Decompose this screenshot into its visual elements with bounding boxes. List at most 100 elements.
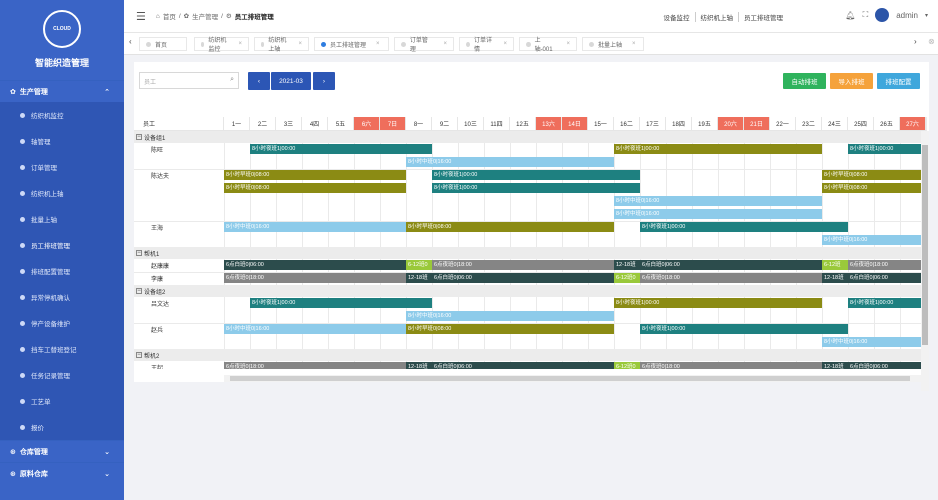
shift-bar[interactable]: 6点白班0|06:00 [432, 362, 614, 369]
import-schedule-button[interactable]: 导入排班 [830, 73, 873, 89]
close-icon[interactable]: × [376, 41, 380, 47]
shift-bar[interactable]: 6-12班 [822, 260, 848, 270]
next-month-button[interactable]: › [313, 72, 335, 90]
close-icon[interactable]: × [298, 41, 302, 47]
shift-bar[interactable]: 6点夜班0|18:00 [640, 362, 822, 369]
tab[interactable]: 首页 [139, 37, 187, 51]
search-input[interactable]: 员工 ⌕ [139, 72, 239, 89]
sidebar-item[interactable]: 订单管理 [0, 154, 124, 180]
tab[interactable]: 上轴-001 × [519, 37, 577, 53]
sidebar-item[interactable]: 轴管理 [0, 128, 124, 154]
shift-bar[interactable]: 8小时夜班1|00:00 [640, 324, 848, 334]
shift-bar[interactable]: 12-18班 [406, 362, 432, 369]
shift-bar[interactable]: 6点白班0|06:00 [848, 273, 926, 283]
shift-bar[interactable]: 8小时早班0|08:00 [406, 324, 614, 334]
close-all-icon[interactable]: ⊗ [928, 37, 935, 46]
shift-bar[interactable]: 8小时中班0|16:00 [822, 235, 926, 245]
shift-bar[interactable]: 8小时早班0|08:00 [822, 170, 926, 180]
shift-bar[interactable]: 8小时夜班1|00:00 [640, 222, 848, 232]
sidebar-item[interactable]: 工艺单 [0, 388, 124, 414]
shift-bar[interactable]: 8小时早班0|08:00 [406, 222, 614, 232]
shift-bar[interactable]: 8小时夜班1|00:00 [250, 144, 432, 154]
collapse-icon[interactable]: − [136, 250, 142, 256]
chevron-down-icon[interactable]: ▾ [925, 12, 928, 19]
sidebar-item[interactable]: 排班配置管理 [0, 258, 124, 284]
sidebar-item[interactable]: 停产设备维护 [0, 310, 124, 336]
close-icon[interactable]: × [443, 41, 447, 47]
tab[interactable]: 纺织机上轴 × [254, 37, 309, 53]
shift-bar[interactable]: 8小时夜班1|00:00 [848, 298, 926, 308]
close-icon[interactable]: × [503, 41, 507, 47]
group-label[interactable]: − 设备组1 [134, 131, 224, 143]
shift-bar[interactable]: 6点夜班0|18:00 [640, 273, 822, 283]
nav-section-2[interactable]: ⊛ 原料仓库 ⌄ [0, 462, 124, 484]
shift-bar[interactable]: 8小时夜班1|00:00 [848, 144, 926, 154]
shift-bar[interactable]: 8小时夜班1|00:00 [432, 183, 640, 193]
shift-bar[interactable]: 8小时夜班1|00:00 [614, 144, 822, 154]
shift-bar[interactable]: 6点白班0|06:00 [848, 362, 926, 369]
sidebar-item[interactable]: 员工排班管理 [0, 232, 124, 258]
shift-bar[interactable]: 8小时夜班1|00:00 [432, 170, 640, 180]
shift-bar[interactable]: 6点白班0|06:00 [432, 273, 614, 283]
shift-bar[interactable]: 6点夜班0|18:00 [224, 362, 406, 369]
collapse-icon[interactable]: − [136, 352, 142, 358]
vertical-scrollbar-thumb[interactable] [922, 145, 928, 345]
close-icon[interactable]: × [238, 41, 242, 47]
shift-bar[interactable]: 6-12班0 [614, 273, 640, 283]
quick-link-monitor[interactable]: 设备监控 [659, 12, 696, 22]
shift-bar[interactable]: 6点夜班0|18:00 [848, 260, 926, 270]
shift-bar[interactable]: 6点白班0|06:00 [640, 260, 822, 270]
avatar[interactable] [875, 8, 890, 22]
shift-bar[interactable]: 6点白班0|06:00 [224, 260, 406, 270]
tab[interactable]: 纺织机监控 × [194, 37, 249, 53]
tab[interactable]: 批量上轴 × [582, 37, 644, 51]
prev-month-button[interactable]: ‹ [248, 72, 270, 90]
shift-bar[interactable]: 8小时早班0|08:00 [224, 170, 406, 180]
sidebar-item[interactable]: 纺织机上轴 [0, 180, 124, 206]
search-icon[interactable]: ⌕ [230, 76, 234, 84]
tab[interactable]: 员工排班管理 × [314, 37, 389, 51]
group-label[interactable]: − 设备组2 [134, 285, 224, 297]
shift-bar[interactable]: 6-12班0 [406, 260, 432, 270]
schedule-config-button[interactable]: 排班配置 [877, 73, 920, 89]
group-label[interactable]: − 帮机1 [134, 247, 224, 259]
breadcrumb-section[interactable]: 生产管理 [192, 11, 218, 21]
shift-bar[interactable]: 6点夜班0|18:00 [224, 273, 406, 283]
menu-toggle-icon[interactable]: ☰ [136, 10, 146, 23]
sidebar-item[interactable]: 批量上轴 [0, 206, 124, 232]
collapse-icon[interactable]: − [136, 288, 142, 294]
shift-bar[interactable]: 8小时中班0|16:00 [822, 337, 926, 347]
auto-schedule-button[interactable]: 自动排班 [783, 73, 826, 89]
sidebar-item[interactable]: 报价 [0, 414, 124, 440]
nav-section-1[interactable]: ⊛ 仓库管理 ⌄ [0, 440, 124, 462]
vertical-scrollbar[interactable] [921, 131, 929, 391]
month-display[interactable]: 2021-03 [271, 72, 311, 90]
sidebar-item[interactable]: 任务记录管理 [0, 362, 124, 388]
shift-bar[interactable]: 8小时早班0|08:00 [224, 183, 406, 193]
shift-bar[interactable]: 8小时中班0|16:00 [224, 324, 406, 334]
group-label[interactable]: − 帮机2 [134, 349, 224, 361]
shift-bar[interactable]: 8小时中班0|16:00 [614, 209, 822, 219]
shift-bar[interactable]: 8小时夜班1|00:00 [614, 298, 822, 308]
collapse-icon[interactable]: − [136, 134, 142, 140]
tab[interactable]: 订单管理 × [394, 37, 454, 53]
shift-bar[interactable]: 8小时中班0|16:00 [224, 222, 406, 232]
close-icon[interactable]: × [566, 41, 570, 47]
horizontal-scrollbar-thumb[interactable] [230, 376, 910, 381]
breadcrumb-home[interactable]: 首页 [163, 11, 176, 21]
fullscreen-icon[interactable]: ⛶ [863, 10, 869, 20]
shift-bar[interactable]: 6点夜班0|18:00 [432, 260, 614, 270]
close-icon[interactable]: × [632, 41, 636, 47]
shift-bar[interactable]: 8小时中班0|16:00 [406, 157, 614, 167]
tabs-next-icon[interactable]: › [914, 37, 917, 46]
quick-link-schedule[interactable]: 员工排班管理 [739, 12, 788, 22]
tab[interactable]: 订单详情 × [459, 37, 514, 53]
horizontal-scrollbar[interactable] [224, 375, 921, 382]
shift-bar[interactable]: 12-18班 [822, 362, 848, 369]
quick-link-loom[interactable]: 纺织机上轴 [696, 12, 739, 22]
shift-bar[interactable]: 12-18班 [406, 273, 432, 283]
sidebar-item[interactable]: 纺织机监控 [0, 102, 124, 128]
shift-bar[interactable]: 8小时早班0|08:00 [822, 183, 926, 193]
nav-section-0[interactable]: ✿ 生产管理 ⌃ [0, 80, 124, 102]
shift-bar[interactable]: 8小时夜班1|00:00 [250, 298, 432, 308]
